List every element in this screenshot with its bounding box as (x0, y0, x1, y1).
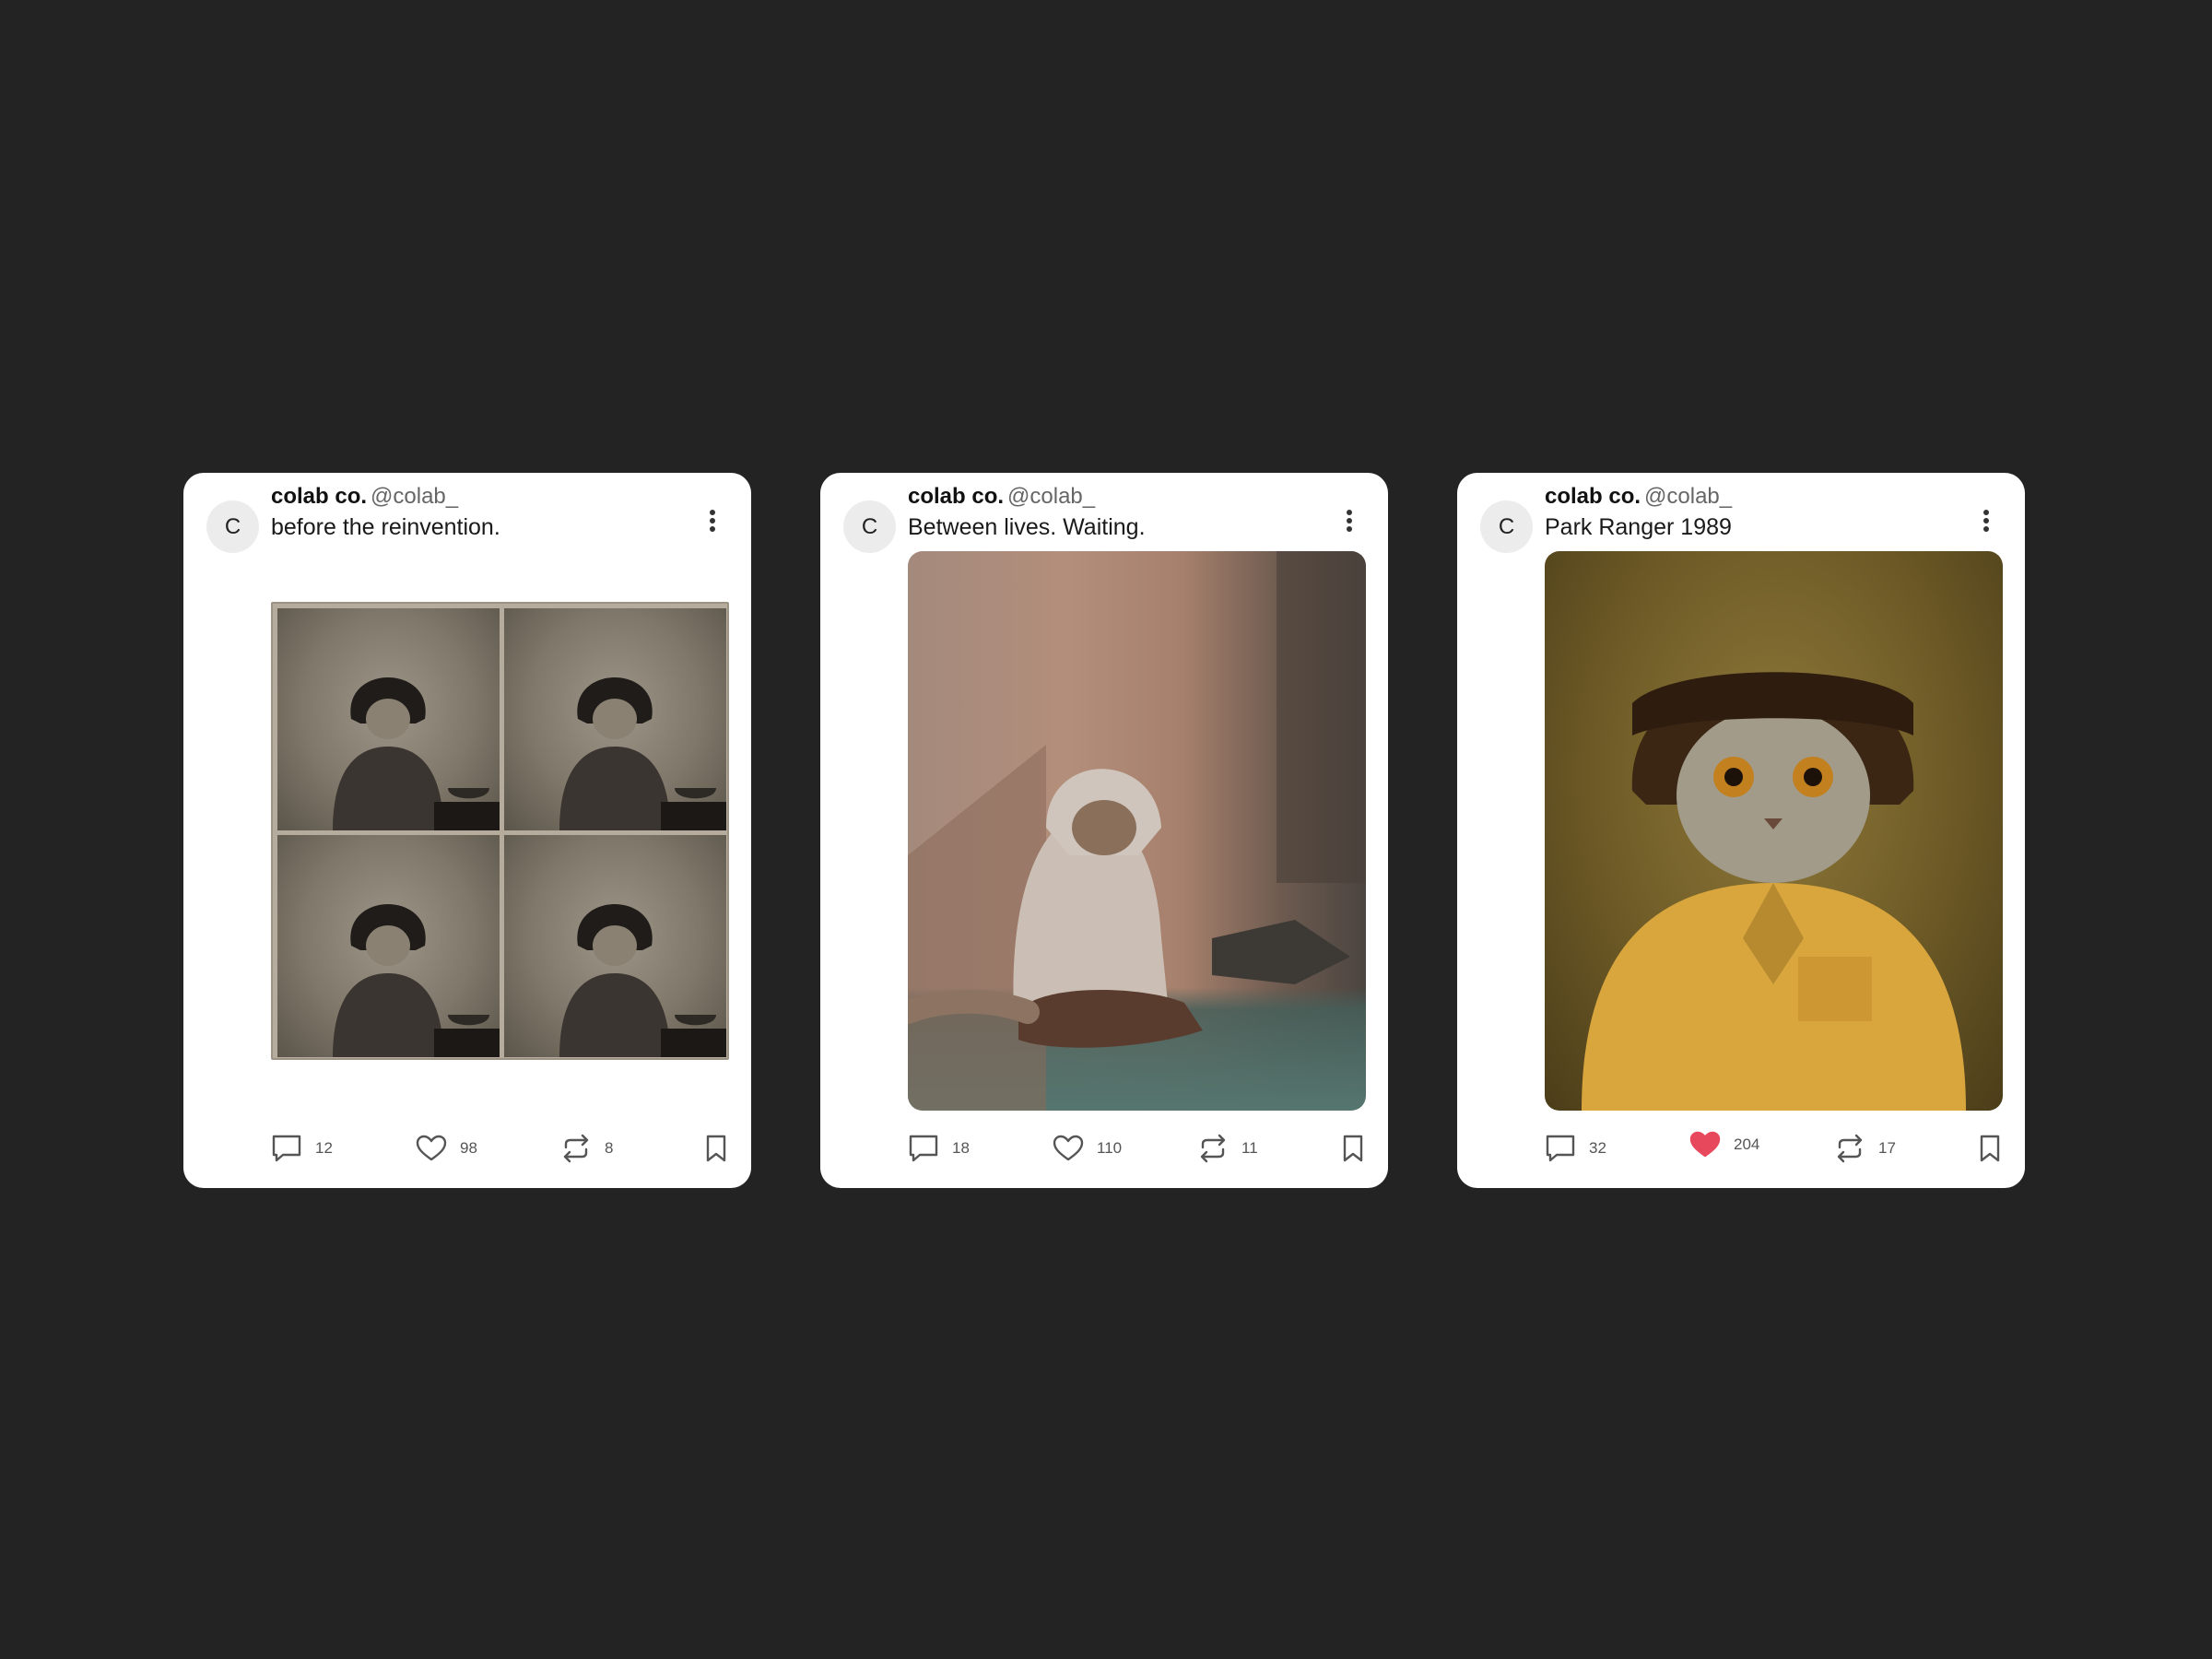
post-image[interactable] (1545, 551, 2003, 1111)
repost-count: 11 (1241, 1139, 1258, 1157)
repost-count: 8 (605, 1139, 614, 1157)
more-options-button[interactable] (701, 498, 724, 544)
bookmark-button[interactable] (1341, 1130, 1365, 1167)
repost-count: 17 (1878, 1139, 1896, 1157)
author-name[interactable]: colab co. (271, 484, 367, 509)
cat-figure-graphic (333, 904, 500, 1057)
cat-figure-graphic (559, 904, 726, 1057)
sheet-photo (504, 835, 726, 1057)
bookmark-icon (1343, 1135, 1363, 1162)
comment-icon (1546, 1135, 1575, 1162)
sheet-photo (504, 608, 726, 830)
repost-icon (563, 1134, 589, 1163)
more-options-button[interactable] (1975, 498, 1997, 544)
bookmark-button[interactable] (1978, 1130, 2002, 1167)
comment-count: 12 (315, 1139, 333, 1157)
more-vertical-icon (1983, 510, 1989, 532)
avatar-letter: C (861, 513, 878, 539)
sheet-photo (277, 608, 500, 830)
post-card: C colab co. @colab_ Between lives. Waitin… (820, 473, 1388, 1188)
post-actions: 32 204 17 (1545, 1130, 2002, 1167)
post-image[interactable] (271, 551, 729, 1111)
repost-button[interactable]: 17 (1834, 1130, 1896, 1167)
comment-button[interactable]: 12 (271, 1130, 333, 1167)
comment-icon (272, 1135, 301, 1162)
repost-icon (1200, 1134, 1226, 1163)
heart-icon (1053, 1135, 1084, 1161)
post-card: C colab co. @colab_ before the reinventio… (183, 473, 751, 1188)
post-actions: 12 98 8 (271, 1130, 728, 1167)
like-count: 110 (1097, 1139, 1123, 1157)
post-image[interactable] (908, 551, 1366, 1111)
post-caption: before the reinvention. (271, 514, 500, 540)
post-caption: Between lives. Waiting. (908, 514, 1146, 540)
author-handle[interactable]: @colab_ (1644, 484, 1732, 509)
comment-button[interactable]: 18 (908, 1130, 970, 1167)
like-count: 98 (460, 1139, 477, 1157)
repost-button[interactable]: 11 (1197, 1130, 1258, 1167)
post-header: colab co. @colab_ (271, 484, 458, 510)
post-header: colab co. @colab_ (1545, 484, 1732, 510)
heart-icon (416, 1135, 447, 1161)
author-name[interactable]: colab co. (1545, 484, 1641, 509)
post-header: colab co. @colab_ (908, 484, 1095, 510)
post-caption: Park Ranger 1989 (1545, 514, 1732, 540)
author-handle[interactable]: @colab_ (371, 484, 458, 509)
repost-icon (1837, 1134, 1863, 1163)
comment-count: 32 (1589, 1139, 1606, 1157)
like-button[interactable]: 110 (1053, 1130, 1122, 1167)
more-options-button[interactable] (1338, 498, 1360, 544)
cat-figure-graphic (333, 677, 500, 830)
author-name[interactable]: colab co. (908, 484, 1004, 509)
portrait-cat-graphic (1582, 672, 1966, 1111)
contact-sheet (271, 602, 729, 1060)
bookmark-icon (1980, 1135, 2000, 1162)
bookmark-icon (706, 1135, 726, 1162)
more-vertical-icon (1347, 510, 1352, 532)
comment-icon (909, 1135, 938, 1162)
hoodie-cat-graphic (908, 551, 1366, 1111)
avatar[interactable]: C (1480, 500, 1533, 553)
comment-count: 18 (952, 1139, 970, 1157)
like-count: 204 (1734, 1135, 1760, 1153)
more-vertical-icon (710, 510, 715, 532)
avatar[interactable]: C (206, 500, 259, 553)
author-handle[interactable]: @colab_ (1007, 484, 1095, 509)
sheet-photo (277, 835, 500, 1057)
comment-button[interactable]: 32 (1545, 1130, 1606, 1167)
avatar-letter: C (1498, 513, 1515, 539)
avatar[interactable]: C (843, 500, 896, 553)
heart-icon (1689, 1131, 1721, 1158)
avatar-letter: C (224, 513, 241, 539)
repost-button[interactable]: 8 (560, 1130, 613, 1167)
cat-figure-graphic (559, 677, 726, 830)
bookmark-button[interactable] (704, 1130, 728, 1167)
post-actions: 18 110 11 (908, 1130, 1365, 1167)
like-button[interactable]: 98 (416, 1130, 477, 1167)
post-card: C colab co. @colab_ Park Ranger 1989 32 2 (1457, 473, 2025, 1188)
like-button[interactable]: 204 (1689, 1126, 1759, 1163)
